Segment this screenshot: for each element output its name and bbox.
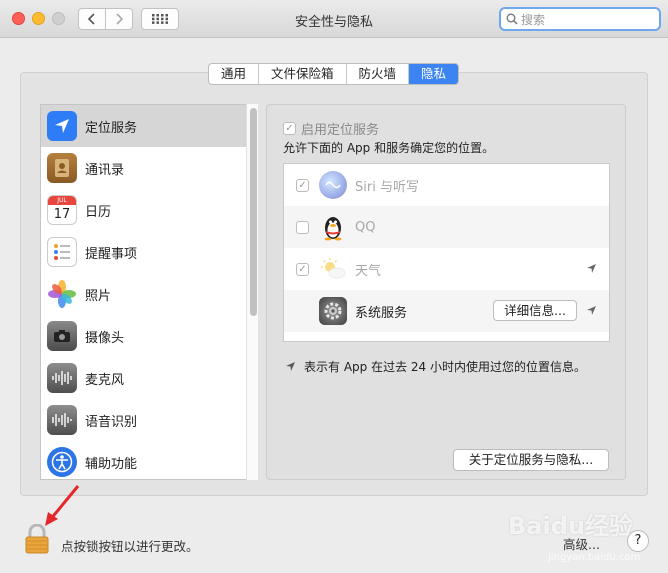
advanced-button[interactable]: 高级... xyxy=(563,534,600,553)
sidebar-item-microphone[interactable]: 麦克风 xyxy=(41,357,257,399)
help-button[interactable]: ? xyxy=(627,530,649,552)
system-gear-icon xyxy=(319,297,347,325)
app-checkbox[interactable]: ✓ xyxy=(296,262,309,276)
sidebar-item-label: 摄像头 xyxy=(85,330,125,346)
details-button[interactable]: 详细信息... xyxy=(493,300,577,321)
recent-location-arrow-icon xyxy=(587,264,596,273)
app-label: 系统服务 xyxy=(355,305,408,321)
speech-waveform-icon xyxy=(47,405,77,435)
sidebar-item-contacts[interactable]: 通讯录 xyxy=(41,147,257,189)
calendar-month: JUL xyxy=(48,196,76,205)
sidebar-item-label: 照片 xyxy=(85,288,112,304)
enable-location-services[interactable]: ✓ 启用定位服务 xyxy=(283,119,379,138)
legend-text: 表示有 App 在过去 24 小时内使用过您的位置信息。 xyxy=(304,360,586,374)
app-row-system-services[interactable]: 系统服务 详细信息... xyxy=(284,290,609,332)
location-description: 允许下面的 App 和服务确定您的位置。 xyxy=(283,141,495,155)
tab-firewall[interactable]: 防火墙 xyxy=(347,64,410,84)
location-app-list: ✓ Siri 与听写 QQ ✓ 天气 系统服务 详细信息... xyxy=(283,163,610,342)
lock-hint-text: 点按锁按钮以进行更改。 xyxy=(61,539,199,554)
sidebar-item-label: 提醒事项 xyxy=(85,246,138,262)
app-row-siri[interactable]: ✓ Siri 与听写 xyxy=(284,164,609,206)
sidebar-item-speech-recognition[interactable]: 语音识别 xyxy=(41,399,257,441)
reminders-list-icon xyxy=(47,237,77,267)
sidebar-item-label: 日历 xyxy=(85,204,112,220)
lock-button[interactable] xyxy=(24,523,50,558)
tab-privacy[interactable]: 隐私 xyxy=(409,64,459,84)
enable-location-checkbox[interactable]: ✓ xyxy=(283,122,296,135)
privacy-category-list: 定位服务 通讯录 JUL 17 日历 提醒事项 照片 摄像头 麦克风 语音识别 … xyxy=(40,104,258,480)
search-placeholder: 搜索 xyxy=(521,12,546,27)
location-arrow-icon xyxy=(47,111,77,141)
contacts-book-icon xyxy=(47,153,77,183)
checkbox-placeholder xyxy=(296,305,309,318)
sidebar-item-label: 通讯录 xyxy=(85,162,125,178)
sidebar-item-photos[interactable]: 照片 xyxy=(41,273,257,315)
search-icon xyxy=(506,13,518,25)
title-bar: 安全性与隐私 搜索 xyxy=(0,0,668,38)
sidebar-item-location-services[interactable]: 定位服务 xyxy=(41,105,257,147)
sidebar-item-camera[interactable]: 摄像头 xyxy=(41,315,257,357)
tab-filevault[interactable]: 文件保险箱 xyxy=(259,64,347,84)
siri-icon xyxy=(319,171,347,199)
camera-icon xyxy=(47,321,77,351)
sidebar-item-label: 麦克风 xyxy=(85,372,125,388)
sidebar-item-accessibility[interactable]: 辅助功能 xyxy=(41,441,257,479)
app-row-weather[interactable]: ✓ 天气 xyxy=(284,248,609,290)
sidebar-item-calendar[interactable]: JUL 17 日历 xyxy=(41,189,257,231)
app-checkbox[interactable] xyxy=(296,220,309,234)
app-label: 天气 xyxy=(355,263,382,279)
tab-bar: 通用 文件保险箱 防火墙 隐私 xyxy=(208,63,460,85)
search-field[interactable]: 搜索 xyxy=(499,7,661,31)
app-row-qq[interactable]: QQ xyxy=(284,206,609,248)
sidebar-item-label: 辅助功能 xyxy=(85,456,138,472)
app-label: QQ xyxy=(355,219,376,235)
sidebar-item-reminders[interactable]: 提醒事项 xyxy=(41,231,257,273)
about-location-privacy-button[interactable]: 关于定位服务与隐私... xyxy=(453,449,609,471)
sidebar-item-label: 语音识别 xyxy=(85,414,138,430)
list-scrollbar[interactable] xyxy=(246,104,258,480)
recent-location-arrow-icon xyxy=(587,306,596,315)
weather-sun-icon xyxy=(319,255,347,283)
enable-location-label: 启用定位服务 xyxy=(301,123,380,138)
location-arrow-legend-icon xyxy=(286,362,295,371)
photos-flower-icon xyxy=(47,279,77,309)
qq-penguin-icon xyxy=(319,213,347,241)
microphone-waveform-icon xyxy=(47,363,77,393)
calendar-icon: JUL 17 xyxy=(47,195,77,225)
location-legend: 表示有 App 在过去 24 小时内使用过您的位置信息。 xyxy=(285,358,586,375)
calendar-day: 17 xyxy=(53,207,71,222)
accessibility-icon xyxy=(47,447,77,477)
watermark-url: jingyan.baidu.com xyxy=(548,552,641,563)
scrollbar-thumb[interactable] xyxy=(250,108,257,316)
tab-general[interactable]: 通用 xyxy=(209,64,260,84)
lock-icon xyxy=(25,523,49,554)
annotation-red-arrow-icon xyxy=(45,485,80,526)
app-label: Siri 与听写 xyxy=(355,179,419,195)
sidebar-item-label: 定位服务 xyxy=(85,120,138,136)
app-checkbox[interactable]: ✓ xyxy=(296,178,309,192)
